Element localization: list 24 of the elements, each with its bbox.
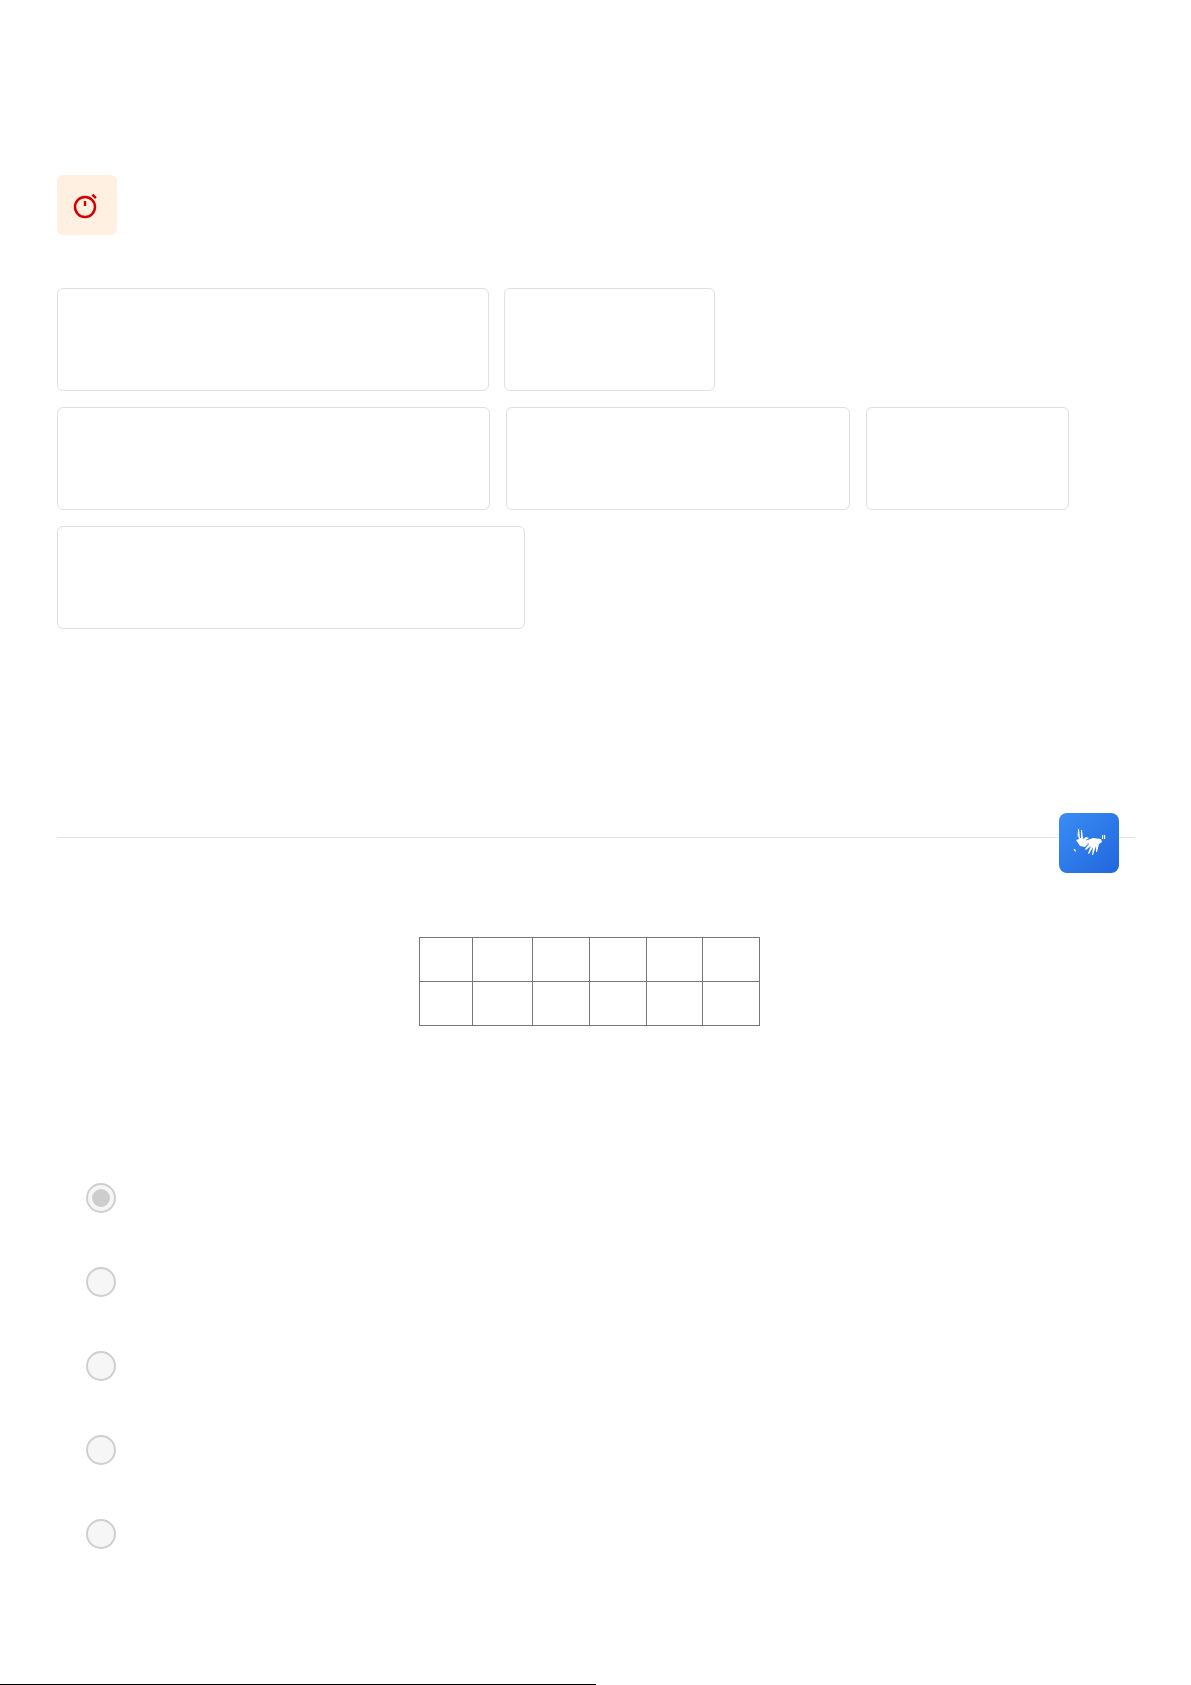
table-cell [646, 937, 703, 982]
radio-button[interactable] [86, 1351, 116, 1381]
option-card[interactable] [506, 407, 850, 510]
table-cell [419, 937, 473, 982]
radio-button[interactable] [86, 1435, 116, 1465]
table-cell [702, 981, 760, 1026]
option-card[interactable] [57, 407, 490, 510]
table-cell [646, 981, 703, 1026]
sign-language-button[interactable] [1059, 813, 1119, 873]
radio-button[interactable] [86, 1267, 116, 1297]
option-card[interactable] [57, 526, 525, 629]
table-cell [702, 937, 760, 982]
radio-button[interactable] [86, 1183, 116, 1213]
table-cell [419, 981, 473, 1026]
table-cell [532, 981, 590, 1026]
table-cell [589, 937, 647, 982]
table-cell [472, 981, 533, 1026]
option-card[interactable] [866, 407, 1069, 510]
option-card[interactable] [57, 288, 489, 391]
radio-button[interactable] [86, 1519, 116, 1549]
option-card[interactable] [504, 288, 715, 391]
table-cell [532, 937, 590, 982]
table-cell [589, 981, 647, 1026]
table-cell [472, 937, 533, 982]
